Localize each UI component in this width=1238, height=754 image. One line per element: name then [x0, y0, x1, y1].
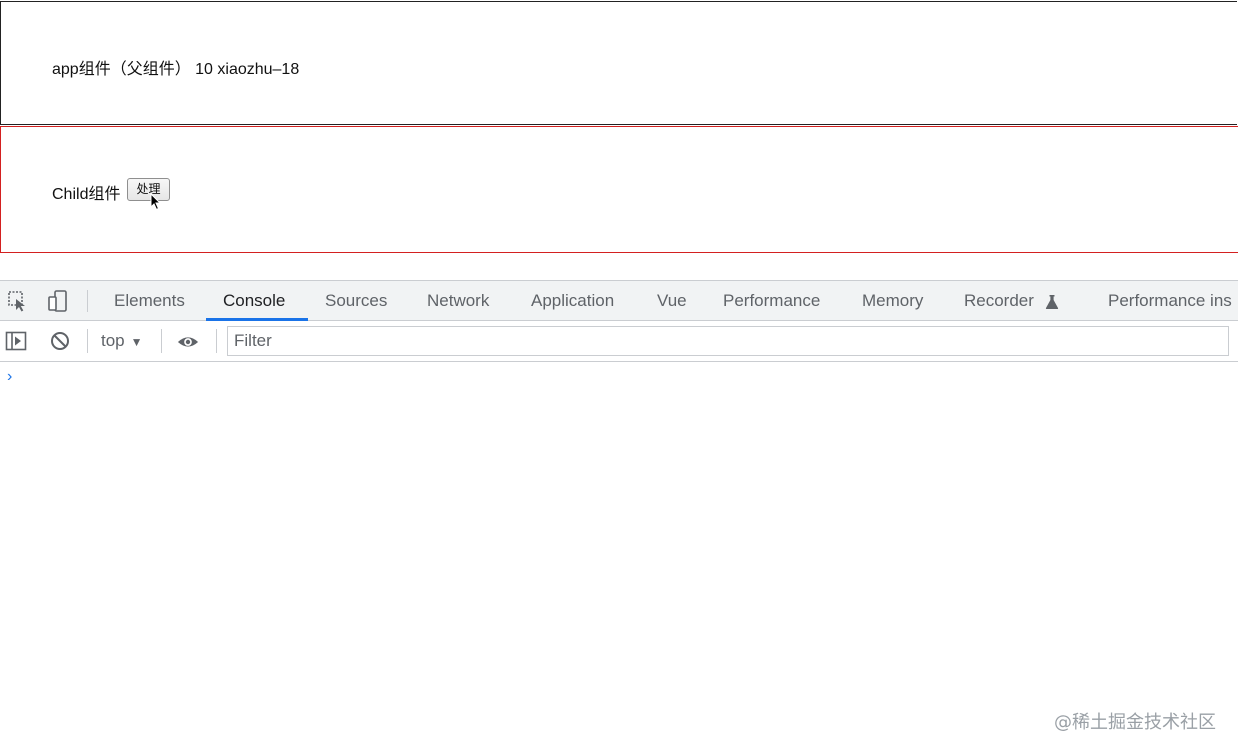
- tab-recorder-label: Recorder: [964, 291, 1034, 310]
- tab-sources[interactable]: Sources: [325, 281, 387, 321]
- show-sidebar-icon[interactable]: [5, 330, 27, 352]
- toolbar-separator: [87, 329, 88, 353]
- devtools-panel: Elements Console Sources Network Applica…: [0, 280, 1238, 754]
- tab-recorder[interactable]: Recorder: [964, 281, 1059, 321]
- tab-vue[interactable]: Vue: [657, 281, 687, 321]
- tab-network[interactable]: Network: [427, 281, 489, 321]
- tab-memory[interactable]: Memory: [862, 281, 923, 321]
- context-value: top: [101, 331, 125, 350]
- tab-elements[interactable]: Elements: [114, 281, 185, 321]
- child-component-box: [0, 126, 1238, 253]
- handle-button[interactable]: 处理: [127, 178, 170, 201]
- filter-input[interactable]: [227, 326, 1229, 356]
- clear-console-icon[interactable]: [49, 330, 71, 352]
- watermark: @稀土掘金技术社区: [1054, 712, 1216, 733]
- dropdown-caret-icon: ▼: [130, 334, 143, 349]
- live-expression-eye-icon[interactable]: [177, 331, 199, 353]
- console-toolbar: top ▼: [0, 321, 1238, 362]
- tab-performance-insights[interactable]: Performance ins: [1108, 281, 1232, 321]
- tab-application[interactable]: Application: [531, 281, 614, 321]
- inspect-element-icon[interactable]: [6, 289, 30, 313]
- device-toolbar-icon[interactable]: [46, 289, 70, 313]
- mouse-cursor-icon: [150, 193, 162, 211]
- tab-console[interactable]: Console: [223, 281, 285, 321]
- experimental-flask-icon: [1045, 294, 1058, 309]
- javascript-context-select[interactable]: top ▼: [101, 321, 143, 361]
- toolbar-separator: [216, 329, 217, 353]
- app-component-text: app组件（父组件） 10 xiaozhu–18: [52, 61, 300, 78]
- toolbar-separator: [161, 329, 162, 353]
- tabbar-separator: [87, 290, 88, 312]
- page: app组件（父组件） 10 xiaozhu–18 Child组件 处理 Elem…: [0, 0, 1238, 754]
- console-output-area[interactable]: ›: [0, 362, 1238, 754]
- console-prompt-icon: ›: [7, 368, 13, 385]
- tab-performance[interactable]: Performance: [723, 281, 820, 321]
- devtools-tabbar: Elements Console Sources Network Applica…: [0, 280, 1238, 321]
- child-component-label: Child组件: [52, 186, 121, 203]
